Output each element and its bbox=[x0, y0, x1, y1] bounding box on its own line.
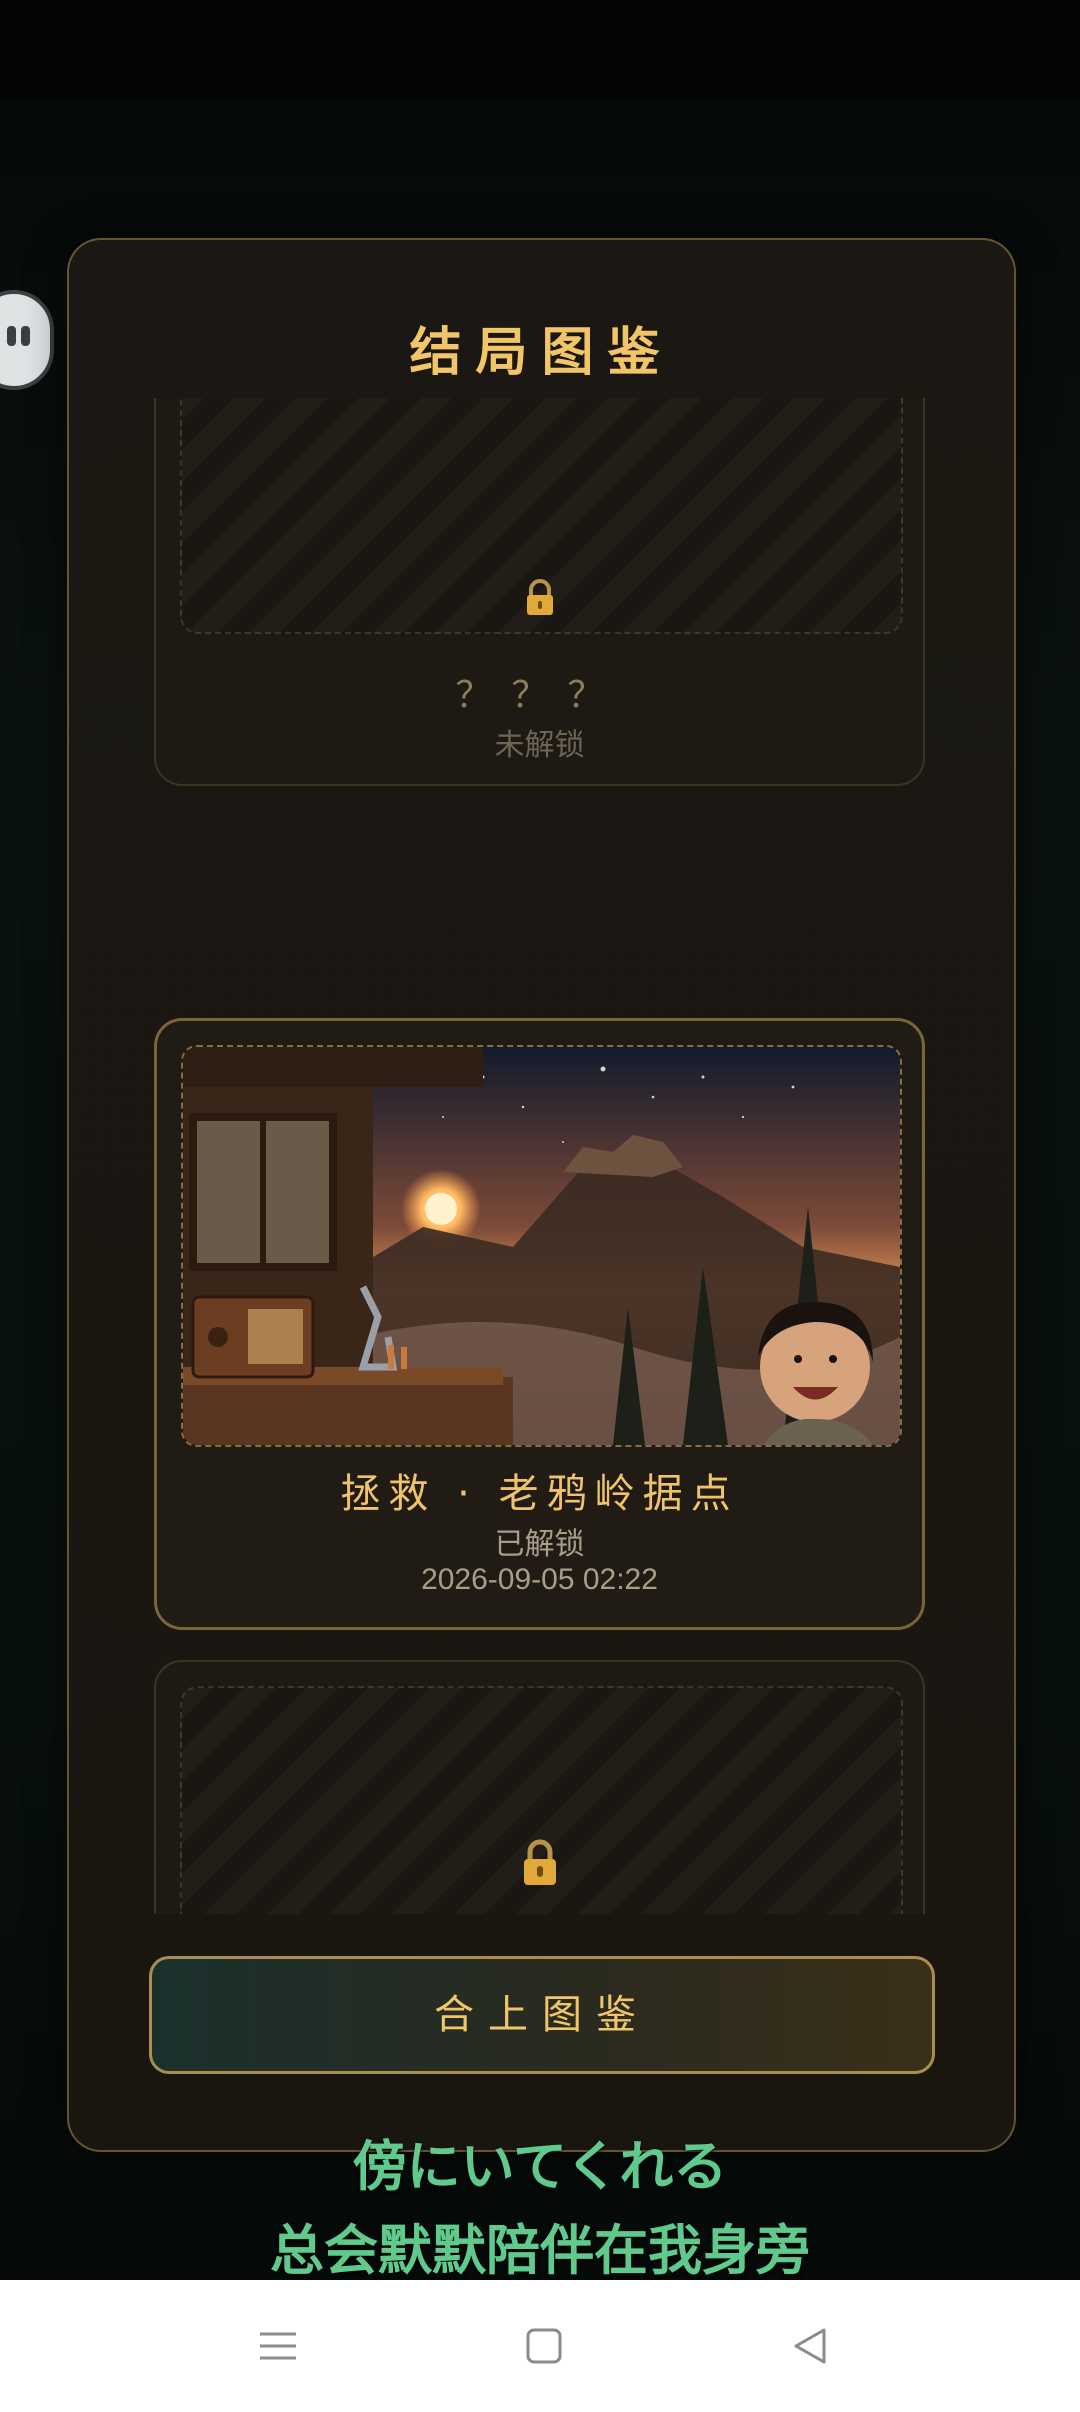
chat-bubble-icon bbox=[7, 326, 30, 346]
back-triangle-icon[interactable] bbox=[790, 2326, 830, 2366]
modal-title: 结局图鉴 bbox=[409, 323, 674, 383]
close-gallery-button[interactable]: 合上图鉴 bbox=[149, 1956, 935, 2074]
ending-title: 拯救 · 老鸦岭据点 bbox=[340, 1471, 739, 1517]
lock-icon bbox=[518, 1838, 562, 1890]
ending-illustration bbox=[181, 1045, 902, 1447]
ending-unlock-date: 2026-09-05 02:22 bbox=[421, 1563, 658, 1596]
ending-status: 已解锁 bbox=[494, 1527, 585, 1562]
ending-title: ？？？ bbox=[455, 675, 624, 716]
ending-card-unlocked[interactable]: 拯救 · 老鸦岭据点 已解锁 2026-09-05 02:22 bbox=[154, 1018, 925, 1630]
subtitle-line-2: 总会默默陪伴在我身旁 bbox=[270, 2219, 810, 2282]
system-nav-bar bbox=[0, 2280, 1080, 2412]
ending-status: 未解锁 bbox=[494, 728, 585, 763]
ending-card-locked[interactable]: ？？？ 未解锁 bbox=[154, 398, 925, 786]
subtitle-line-1: 傍にいてくれる bbox=[352, 2135, 728, 2198]
home-square-icon[interactable] bbox=[524, 2326, 564, 2366]
ending-card-locked[interactable]: ？？？ bbox=[154, 1660, 925, 1914]
status-bar-area bbox=[0, 0, 1080, 100]
menu-icon[interactable] bbox=[258, 2326, 298, 2366]
floating-chat-button[interactable] bbox=[0, 290, 54, 390]
lock-icon bbox=[520, 578, 560, 618]
endings-gallery-modal: 结局图鉴 ？？？ 未解锁 拯救 · 老鸦岭据点 已解锁 2026-09-05 0… bbox=[67, 238, 1016, 2152]
endings-list[interactable]: ？？？ 未解锁 拯救 · 老鸦岭据点 已解锁 2026-09-05 02:22 bbox=[154, 398, 929, 1914]
